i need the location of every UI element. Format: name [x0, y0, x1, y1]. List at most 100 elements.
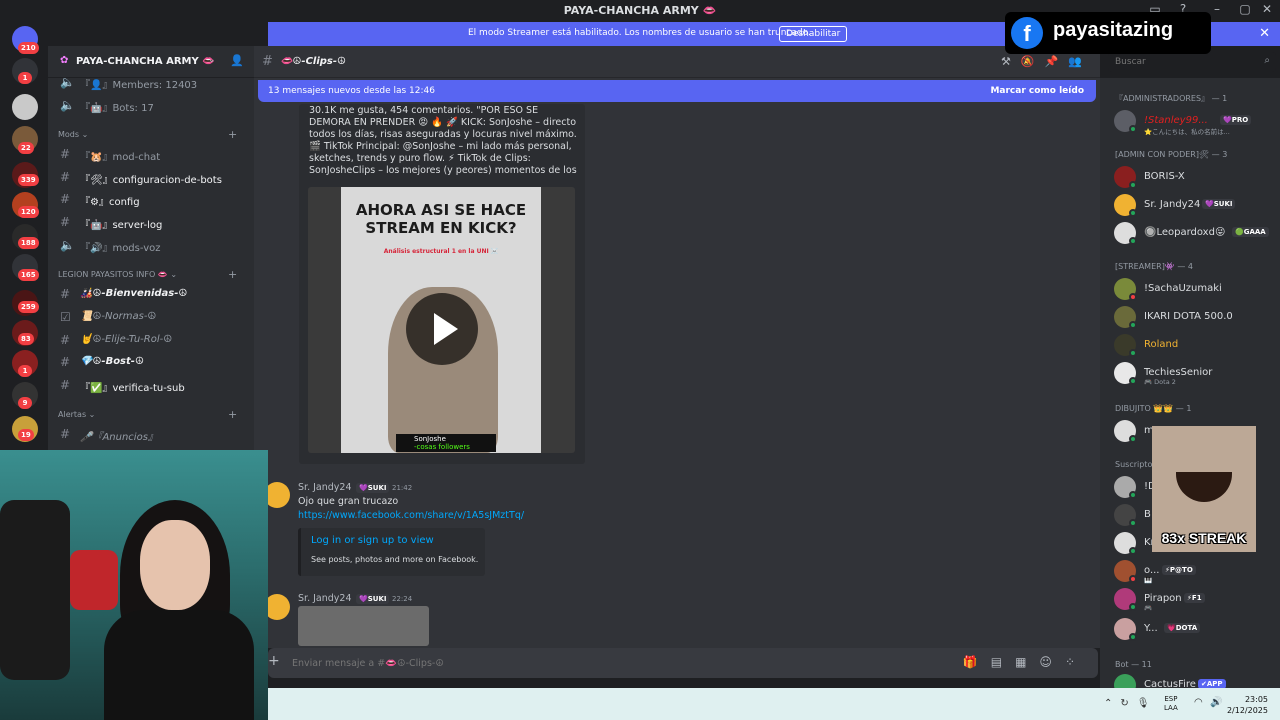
disable-streamer-button[interactable]: Deshabilitar — [779, 26, 848, 42]
add-channel-icon[interactable]: + — [228, 128, 237, 141]
language-indicator[interactable]: ESP LAA — [1164, 695, 1178, 713]
system-tray[interactable]: ⌃↻🎙 — [1104, 698, 1157, 709]
emoji-icon[interactable]: ☺ — [1039, 655, 1065, 669]
member-item[interactable]: o... ⚡P@TO 🎹 — [1114, 560, 1274, 584]
member-item[interactable]: CactusFire ✔APP — [1114, 674, 1274, 688]
member-item[interactable]: Y... 💗DOTA — [1114, 618, 1274, 642]
member-item[interactable]: Pirapon ⚡F1 🎮 — [1114, 588, 1274, 612]
channel-item[interactable]: 🔈 『🔊』mods-voz — [56, 235, 246, 255]
channel-item[interactable]: # 『🛠』configuracion-de-bots — [56, 167, 246, 187]
member-item[interactable]: !Stanley99... 💜PRO ⭐こんにちは、私の名前は... — [1114, 110, 1274, 136]
mute-icon[interactable]: 🔕 — [1021, 55, 1045, 68]
threads-icon[interactable]: ⚒ — [1001, 55, 1021, 68]
laughing-face — [1176, 472, 1232, 502]
search-box[interactable]: ⌕ — [1108, 52, 1276, 72]
header-toolbar[interactable]: ⚒🔕📌👥 — [1001, 55, 1092, 68]
chevron-up-icon[interactable]: ⌃ — [1104, 698, 1120, 709]
member-item[interactable]: Sr. Jandy24 💜SUKI — [1114, 194, 1274, 218]
channel-item[interactable]: 🔈 『🤖』Bots: 17 — [56, 95, 246, 115]
member-item[interactable]: Roland — [1114, 334, 1274, 358]
message-author[interactable]: Sr. Jandy24 — [298, 593, 352, 604]
message-input[interactable] — [292, 654, 932, 672]
wifi-icon[interactable]: ◠ — [1194, 697, 1203, 708]
hash-icon: # — [60, 147, 71, 161]
composer-tools[interactable]: 🎁▤▦☺⁘ — [963, 655, 1088, 669]
channel-item[interactable]: ☑ 📜☮-Normas-☮ — [56, 307, 246, 327]
message-composer: + 🎁▤▦☺⁘ — [268, 648, 1098, 678]
channel-item[interactable]: # 『✅』verifica-tu-sub — [56, 375, 246, 395]
channel-item[interactable]: # 🎤『Anuncios』 — [56, 424, 246, 444]
member-item[interactable]: !SachaUzumaki — [1114, 278, 1274, 302]
channel-item[interactable]: # 💎☮-Bost-☮ — [56, 352, 246, 372]
volume-icon[interactable]: 🔊 — [1210, 697, 1222, 708]
server-badge: 9 — [18, 397, 32, 409]
rules-icon: ☑ — [60, 310, 71, 324]
add-channel-icon[interactable]: + — [228, 268, 237, 281]
apps-icon[interactable]: ⁘ — [1065, 655, 1088, 669]
status-dot — [1129, 377, 1137, 385]
speaker-icon: 🔈 — [60, 75, 75, 89]
facebook-icon: f — [1011, 17, 1043, 49]
member-group-label: 『ADMINISTRADORES』 — 1 — [1115, 94, 1228, 103]
clock[interactable]: 23:05 2/12/2025 — [1224, 694, 1268, 716]
new-messages-bar[interactable]: 13 mensajes nuevos desde las 12:46 Marca… — [258, 80, 1096, 102]
maximize-button[interactable]: ▢ — [1234, 2, 1256, 20]
play-icon[interactable] — [406, 293, 478, 365]
pin-icon[interactable]: 📌 — [1045, 55, 1069, 68]
hash-icon: # — [60, 355, 71, 369]
search-input[interactable] — [1108, 52, 1258, 72]
streamer-face — [140, 520, 210, 610]
category-legion[interactable]: LEGION PAYASITOS INFO 👄 ⌄ + — [58, 268, 237, 281]
channel-item[interactable]: # 🤘☮-Elije-Tu-Rol-☮ — [56, 330, 246, 350]
hash-icon: # — [60, 215, 71, 229]
category-alertas[interactable]: Alertas ⌄ + — [58, 408, 237, 421]
message-author[interactable]: Sr. Jandy24 — [298, 482, 352, 493]
add-attachment-icon[interactable]: + — [268, 653, 280, 669]
avatar — [1114, 674, 1136, 688]
member-item[interactable]: TechiesSenior 🎮 Dota 2 — [1114, 362, 1274, 386]
video-embed[interactable]: AHORA ASI SE HACE STREAM EN KICK? Anális… — [308, 187, 575, 453]
chevron-down-icon[interactable]: ⌄ — [208, 55, 216, 65]
gift-icon[interactable]: 🎁 — [963, 655, 991, 669]
channel-item[interactable]: # 『🐹』mod-chat — [56, 144, 246, 164]
hash-icon: # — [60, 170, 71, 184]
add-channel-icon[interactable]: + — [228, 408, 237, 421]
embed-desc: See posts, photos and more on Facebook. — [311, 555, 479, 564]
channel-item[interactable]: # 『🤖』server-log — [56, 212, 246, 232]
mic-icon[interactable]: 🎙 — [1137, 698, 1158, 709]
server-rail: 210 1 22 339 120 188 165 259 83 1 9 19 — [0, 22, 48, 452]
status-dot — [1129, 633, 1137, 641]
channel-item[interactable]: 🔈 『👤』Members: 12403 — [56, 72, 246, 92]
message-text: Ojo que gran trucazo — [298, 496, 399, 507]
sync-icon[interactable]: ↻ — [1120, 698, 1136, 709]
facebook-overlay: f payasitazing — [1005, 12, 1211, 54]
hash-icon: # — [60, 287, 71, 301]
members-icon[interactable]: 👥 — [1068, 55, 1092, 68]
category-mods[interactable]: Mods ⌄ + — [58, 128, 237, 141]
microphone — [70, 550, 118, 610]
server-icon[interactable] — [12, 94, 38, 120]
status-dot — [1129, 603, 1137, 611]
kick-label: SonJoshe -cosas followers — [396, 434, 496, 452]
embed-title[interactable]: Log in or sign up to view — [311, 535, 434, 546]
mark-read-button[interactable]: Marcar como leído — [990, 86, 1084, 96]
message-link[interactable]: https://www.facebook.com/share/v/1A5sJMz… — [298, 510, 524, 521]
search-icon[interactable]: ⌕ — [1264, 55, 1270, 66]
status-dot — [1129, 547, 1137, 555]
video-thumbnail[interactable] — [298, 606, 429, 646]
channel-item[interactable]: # 『⚙』config — [56, 189, 246, 209]
sticker-icon[interactable]: ▦ — [1015, 655, 1039, 669]
close-banner-icon[interactable]: ✕ — [1259, 26, 1270, 41]
hash-icon: # — [60, 378, 71, 392]
member-item[interactable]: BORIS-X — [1114, 166, 1274, 190]
add-member-icon[interactable]: 👤 — [230, 54, 244, 67]
banner-text: El modo Streamer está habilitado. Los no… — [468, 28, 811, 38]
member-item[interactable]: 🔘Leopardoxd😜 🟢GAAA — [1114, 222, 1274, 246]
status-dot — [1129, 435, 1137, 443]
gif-icon[interactable]: ▤ — [991, 655, 1015, 669]
member-item[interactable]: IKARI DOTA 500.0 — [1114, 306, 1274, 330]
streak-overlay: 83x STREAK — [1152, 426, 1256, 552]
channel-item[interactable]: # 🎎☮-Bienvenidas-☮ — [56, 284, 246, 304]
server-badge: 259 — [18, 301, 39, 313]
close-window-button[interactable]: ✕ — [1256, 2, 1278, 20]
